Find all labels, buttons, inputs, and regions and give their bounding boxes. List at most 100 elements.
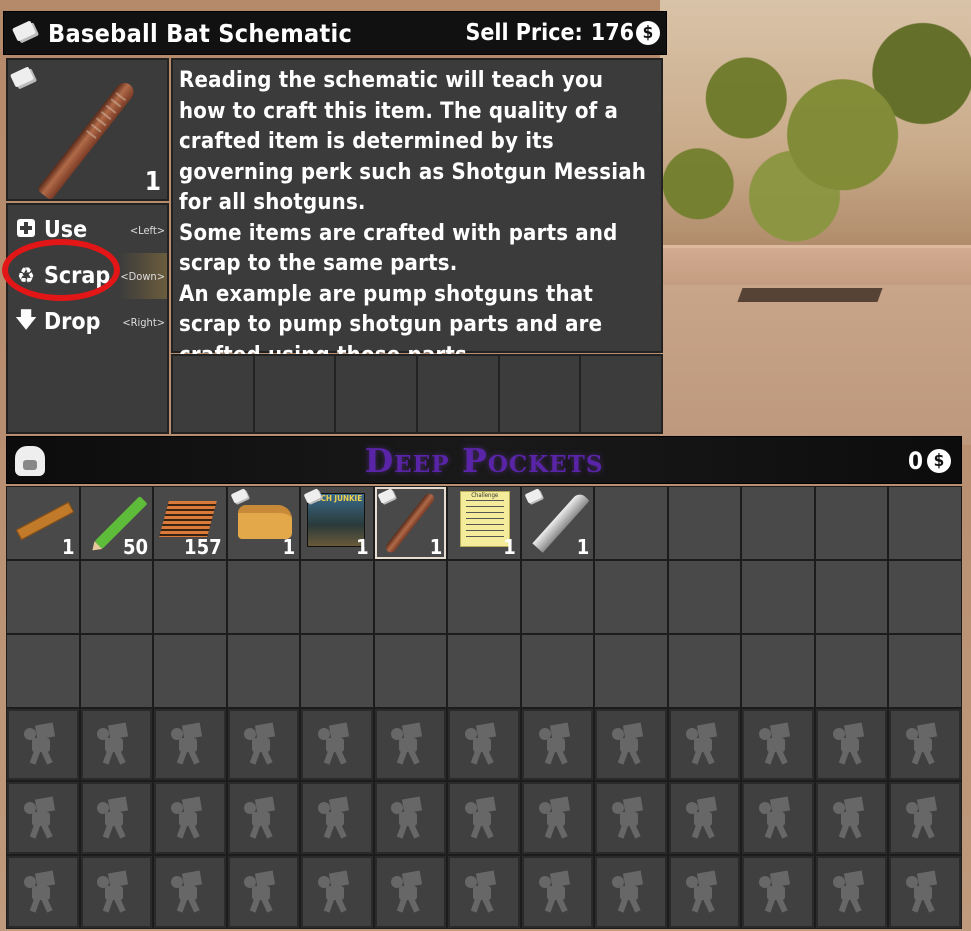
background-hole — [737, 288, 883, 302]
inventory-slot-cornbread[interactable]: 1 — [227, 487, 300, 559]
mod-slot[interactable] — [418, 356, 498, 432]
inventory-slot-empty[interactable] — [80, 560, 153, 633]
drop-button[interactable]: 🡇 Drop <Right> — [8, 299, 167, 345]
inventory-slot-locked — [448, 782, 520, 855]
mod-slot[interactable] — [173, 356, 253, 432]
inventory-slot-empty[interactable] — [595, 487, 667, 559]
slot-count: 1 — [503, 534, 516, 559]
mod-slot[interactable] — [254, 356, 335, 432]
inventory-slot-locked — [154, 782, 226, 855]
inventory-slot-magazine[interactable]: TECH JUNKIE 1 — [301, 487, 373, 559]
backpack-header: Deep Pockets 0 $ — [6, 436, 962, 484]
inventory-slot-empty[interactable] — [521, 560, 594, 633]
inventory-slot-locked — [7, 708, 79, 781]
inventory-slot-empty[interactable] — [7, 560, 79, 633]
inventory-slot-empty[interactable] — [448, 634, 520, 707]
inventory-slot-locked — [742, 856, 814, 928]
inventory-slot-locked — [889, 856, 961, 928]
inventory-slot-empty[interactable] — [668, 560, 741, 633]
inventory-slot-locked — [80, 708, 153, 781]
inventory-slot-locked — [448, 708, 520, 781]
inventory-slot-empty[interactable] — [815, 487, 888, 559]
inventory-slot-empty[interactable] — [448, 560, 520, 633]
inventory-slot-baseball-bat-schematic[interactable]: 1 — [374, 487, 447, 559]
inventory-slot-challenge-note[interactable]: Challenge 1 — [448, 487, 520, 559]
inventory-slot-locked — [521, 782, 594, 855]
schematic-book-icon — [303, 489, 325, 505]
inventory-slot-ruler[interactable]: 1 — [7, 487, 79, 559]
encumbrance-icon — [97, 870, 135, 913]
inventory-slot-locked — [80, 856, 153, 928]
encumbrance-icon — [391, 722, 429, 766]
inventory-slot-locked — [301, 856, 373, 928]
encumbrance-icon — [759, 870, 797, 913]
encumbrance-icon — [759, 722, 797, 766]
inventory-slot-empty[interactable] — [742, 560, 814, 633]
encumbrance-icon — [906, 796, 944, 839]
encumbrance-icon — [464, 722, 503, 766]
inventory-slot-empty[interactable] — [154, 634, 226, 707]
inventory-slot-locked — [154, 856, 226, 928]
inventory-slot-locked — [80, 782, 153, 855]
drop-key-hint: <Right> — [122, 315, 165, 329]
inventory-slot-locked — [227, 856, 300, 928]
encumbrance-icon — [391, 796, 429, 839]
inventory-slot-locked — [595, 856, 667, 928]
inventory-slot-empty[interactable] — [374, 634, 447, 707]
inventory-slot-locked — [301, 782, 373, 855]
encumbrance-icon — [538, 796, 577, 839]
encumbrance-icon — [23, 722, 62, 766]
inventory-slot-empty[interactable] — [154, 560, 226, 633]
inventory-slot-empty[interactable] — [742, 487, 814, 559]
encumbrance-icon — [464, 796, 503, 839]
schematic-book-icon — [524, 489, 546, 505]
inventory-slot-empty[interactable] — [374, 560, 447, 633]
sell-price-label: Sell Price: — [465, 20, 583, 46]
inventory-slot-empty[interactable] — [815, 560, 888, 633]
inventory-slot-knife-schematic[interactable]: 1 — [521, 487, 594, 559]
inventory-slot-empty[interactable] — [301, 560, 373, 633]
encumbrance-icon — [612, 722, 650, 766]
inventory-slot-empty[interactable] — [889, 634, 961, 707]
backpack-money-value: 0 — [907, 447, 923, 475]
mod-slot[interactable] — [581, 356, 662, 432]
inventory-slot-locked — [889, 708, 961, 781]
backpack-grid: 1 50 157 1 TECH JUNKIE 1 1 Challenge 1 1 — [6, 486, 962, 929]
encumbrance-icon — [685, 796, 724, 839]
encumbrance-icon — [244, 870, 282, 913]
mod-slot[interactable] — [499, 356, 580, 432]
inventory-slot-empty[interactable] — [521, 634, 594, 707]
inventory-slot-empty[interactable] — [668, 634, 741, 707]
inventory-slot-empty[interactable] — [7, 634, 79, 707]
inventory-slot-pencil[interactable]: 50 — [80, 487, 153, 559]
schematic-book-icon — [12, 22, 40, 44]
inventory-slot-empty[interactable] — [742, 634, 814, 707]
inventory-slot-empty[interactable] — [227, 560, 300, 633]
coin-icon: $ — [636, 21, 660, 45]
coin-icon: $ — [927, 449, 951, 473]
inventory-slot-empty[interactable] — [889, 560, 961, 633]
inventory-slot-empty[interactable] — [815, 634, 888, 707]
inventory-slot-empty[interactable] — [595, 560, 667, 633]
paper-stack-icon — [159, 501, 217, 537]
inventory-slot-empty[interactable] — [80, 634, 153, 707]
encumbrance-icon — [317, 722, 356, 766]
inventory-slot-empty[interactable] — [889, 487, 961, 559]
schematic-book-icon — [230, 489, 252, 505]
inventory-slot-paper[interactable]: 157 — [154, 487, 226, 559]
inventory-slot-locked — [595, 708, 667, 781]
item-header: Baseball Bat Schematic Sell Price: 176 $ — [3, 11, 667, 55]
highlight-circle — [2, 239, 120, 301]
inventory-slot-locked — [668, 708, 741, 781]
inventory-slot-empty[interactable] — [595, 634, 667, 707]
inventory-slot-locked — [374, 856, 447, 928]
inventory-slot-locked — [815, 782, 888, 855]
inventory-slot-empty[interactable] — [668, 487, 741, 559]
encumbrance-icon — [906, 870, 944, 913]
mod-slot[interactable] — [336, 356, 417, 432]
encumbrance-icon — [23, 796, 62, 839]
inventory-slot-locked — [301, 708, 373, 781]
inventory-slot-empty[interactable] — [227, 634, 300, 707]
inventory-slot-empty[interactable] — [301, 634, 373, 707]
schematic-book-icon — [377, 489, 399, 505]
